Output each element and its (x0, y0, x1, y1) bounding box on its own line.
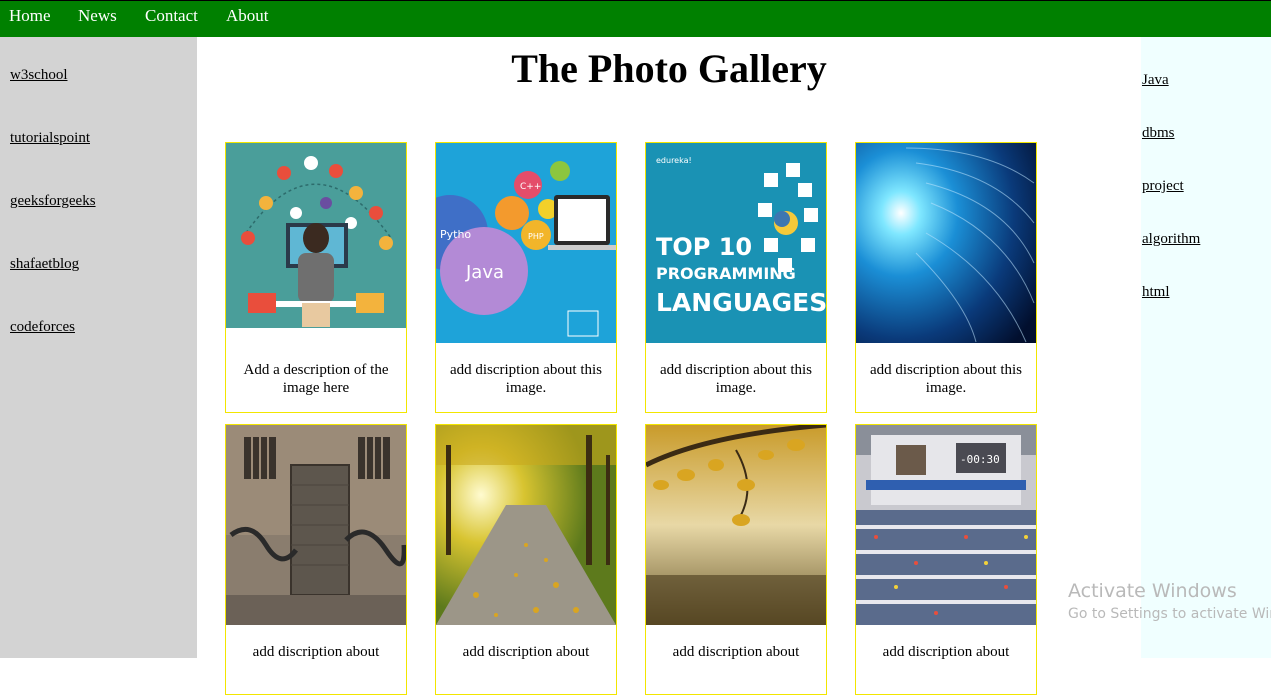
gallery-card[interactable]: edureka! TOP 10 PROGRAMMING LANGUAGES ad… (645, 142, 827, 413)
gallery-description: Add a description of the image here (243, 362, 389, 396)
gallery-image[interactable]: edureka! TOP 10 PROGRAMMING LANGUAGES (646, 143, 826, 343)
nav-home[interactable]: Home (9, 6, 51, 26)
right-sidebar: Java dbms project algorithm html (1141, 37, 1271, 658)
gallery-image[interactable] (646, 425, 826, 625)
gallery-description: add discription about this image. (869, 362, 1023, 396)
autumn-branch-image (646, 425, 826, 625)
sidebar-link-codeforces[interactable]: codeforces (10, 319, 75, 336)
nav-about[interactable]: About (226, 6, 269, 26)
sidebar-link-tutorialspoint[interactable]: tutorialspoint (10, 130, 90, 147)
gallery-description: add discription about (882, 644, 1010, 660)
sidebar-link-dbms[interactable]: dbms (1142, 125, 1175, 142)
sidebar-link-w3school[interactable]: w3school (10, 67, 68, 84)
svg-text:Java: Java (465, 262, 504, 283)
gallery-description: add discription about this image. (659, 362, 813, 396)
gallery-description: add discription about (462, 644, 590, 660)
sidebar-link-project[interactable]: project (1142, 178, 1184, 195)
nav-contact[interactable]: Contact (145, 6, 198, 26)
code-tunnel-image (856, 143, 1036, 343)
activate-windows-hint: Go to Settings to activate Windows. (1068, 606, 1271, 622)
top10-image: edureka! TOP 10 PROGRAMMING LANGUAGES (646, 143, 826, 343)
svg-text:C++: C++ (520, 182, 541, 192)
gallery-image[interactable] (436, 425, 616, 625)
image-text-languages: LANGUAGES (656, 288, 826, 317)
gallery-description: add discription about this image. (449, 362, 603, 396)
sidebar-link-html[interactable]: html (1142, 284, 1170, 301)
gallery-image[interactable]: Pytho Java C++ PHP (436, 143, 616, 343)
image-text-edureka: edureka! (656, 156, 692, 165)
nav-news[interactable]: News (78, 6, 117, 26)
sidebar-link-shafaetblog[interactable]: shafaetblog (10, 256, 79, 273)
contest-hall-image: -00:30 (856, 425, 1036, 625)
sidebar-link-algorithm[interactable]: algorithm (1142, 231, 1200, 248)
gallery-card[interactable]: add discription about this image. (855, 142, 1037, 413)
gallery-description: add discription about (252, 644, 380, 660)
image-text-timer: -00:30 (960, 453, 1000, 466)
image-text-programming: PROGRAMMING (656, 264, 796, 283)
gallery-card[interactable]: add discription about (435, 424, 617, 695)
gallery-image[interactable] (856, 143, 1036, 343)
gallery-image[interactable] (226, 425, 406, 625)
gallery-card[interactable]: Add a description of the image here (225, 142, 407, 413)
top-navbar: Home News Contact About (0, 0, 1271, 37)
gallery-card[interactable]: -00:30 add discription about (855, 424, 1037, 695)
sidebar-link-java[interactable]: Java (1142, 72, 1169, 89)
gallery-card[interactable]: add discription about (645, 424, 827, 695)
left-sidebar: w3school tutorialspoint geeksforgeeks sh… (0, 37, 197, 658)
gallery-image[interactable] (226, 143, 406, 343)
gallery-card[interactable]: add discription about (225, 424, 407, 695)
gallery-card[interactable]: Pytho Java C++ PHP add discription about… (435, 142, 617, 413)
image-text-top10: TOP 10 (656, 233, 752, 261)
sidebar-link-geeksforgeeks[interactable]: geeksforgeeks (10, 193, 96, 210)
gallery-description: add discription about (672, 644, 800, 660)
graffiti-image (226, 425, 406, 625)
programmer-image (226, 143, 406, 343)
svg-text:PHP: PHP (528, 232, 544, 241)
languages-image: Pytho Java C++ PHP (436, 143, 616, 343)
activate-windows-watermark: Activate Windows (1068, 580, 1237, 602)
page-title: The Photo Gallery (511, 46, 827, 91)
autumn-path-image (436, 425, 616, 625)
gallery-image[interactable]: -00:30 (856, 425, 1036, 625)
svg-text:Pytho: Pytho (440, 228, 471, 241)
